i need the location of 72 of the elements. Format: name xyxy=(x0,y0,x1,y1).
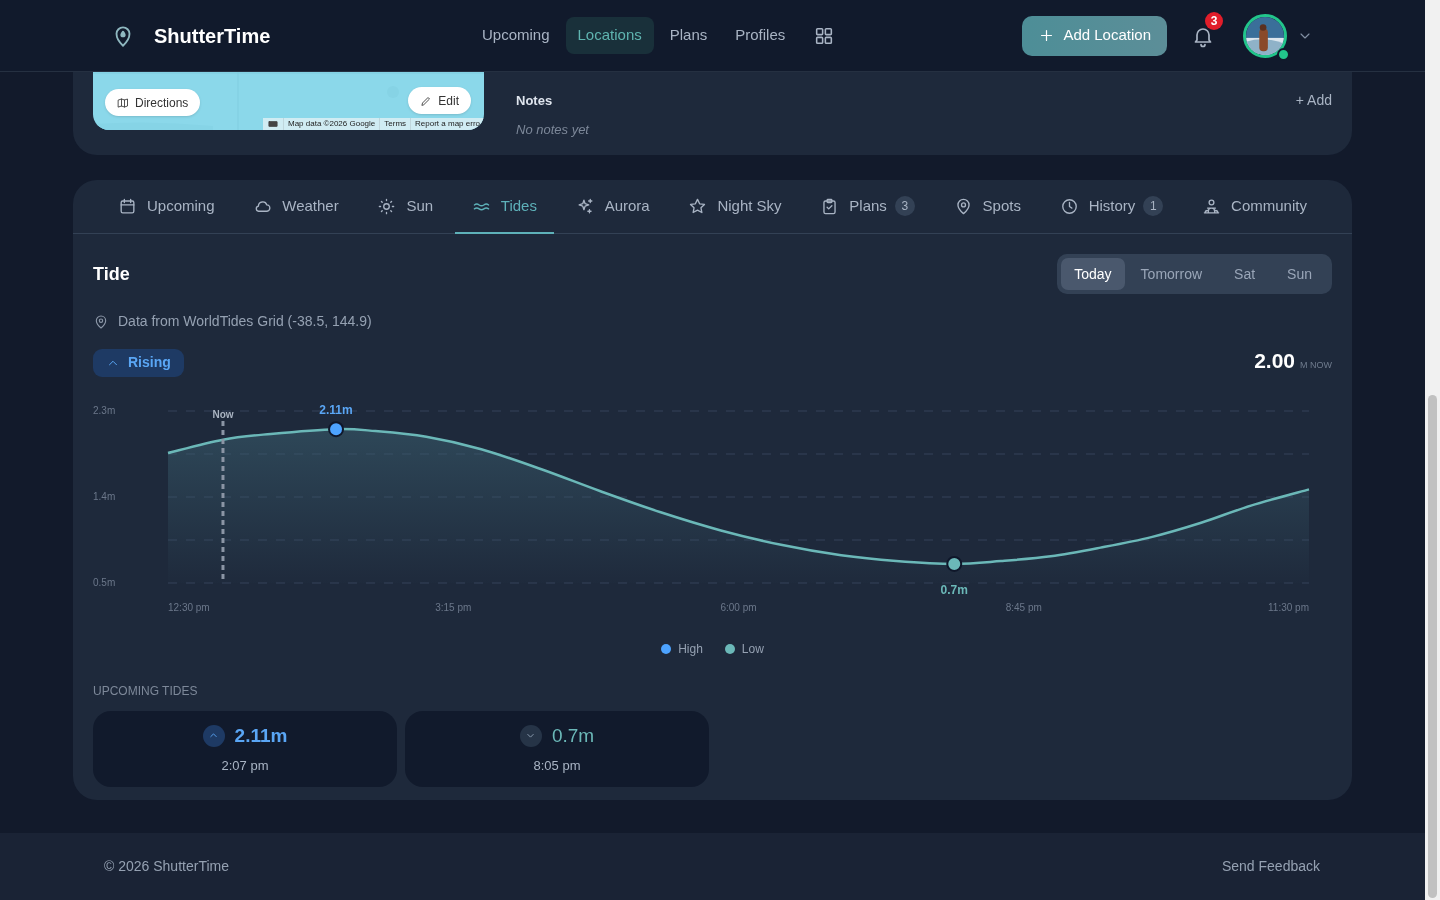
empty-notes-text: No notes yet xyxy=(516,121,591,139)
tab[interactable]: Sun xyxy=(360,180,451,234)
user-avatar[interactable] xyxy=(1243,13,1287,58)
current-tide-unit: M NOW xyxy=(1300,359,1332,372)
tab[interactable]: Upcoming xyxy=(101,180,232,234)
pencil-icon xyxy=(420,94,433,107)
count-badge: 3 xyxy=(894,196,915,216)
nav-link[interactable]: Plans xyxy=(657,17,720,54)
axis-label: 2.3m xyxy=(93,404,116,416)
map-link[interactable]: Terms xyxy=(380,118,412,130)
send-feedback-link[interactable]: Send Feedback xyxy=(1221,856,1320,877)
star-icon xyxy=(688,196,708,216)
nav-link[interactable]: Locations xyxy=(565,17,654,54)
chevron-down-icon xyxy=(519,724,542,747)
tide-time: 2:07 pm xyxy=(221,757,269,775)
tab[interactable]: Night Sky xyxy=(671,180,799,234)
keyboard-icon[interactable] xyxy=(267,119,279,129)
day-option[interactable]: Tomorrow xyxy=(1124,258,1219,290)
tab[interactable]: Plans 3 xyxy=(803,180,932,234)
tide-time: 8:05 pm xyxy=(533,757,581,775)
axis-label: 1.4m xyxy=(93,490,116,502)
nav-link[interactable]: Upcoming xyxy=(470,17,562,54)
high-tide-marker xyxy=(328,420,345,437)
axis-label: 12:30 pm xyxy=(168,601,210,613)
axis-label: 0.5m xyxy=(93,576,116,588)
tide-height: 2.11m xyxy=(234,723,288,748)
map-attribution: Map data ©2026 Google xyxy=(284,118,381,130)
tide-height: 0.7m xyxy=(551,723,595,748)
section-title: Tide xyxy=(93,262,130,286)
notification-count: 3 xyxy=(1205,11,1223,30)
section-label: UPCOMING TIDES xyxy=(93,682,199,700)
marker-label: 2.11m xyxy=(319,402,353,417)
legend-label: Low xyxy=(741,640,764,658)
nav-link[interactable]: Profiles xyxy=(723,17,798,54)
edit-button[interactable]: Edit xyxy=(408,87,471,114)
add-location-button[interactable]: Add Location xyxy=(1022,15,1167,56)
people-icon xyxy=(1202,196,1222,216)
calendar-icon xyxy=(118,196,137,216)
tab[interactable]: Community xyxy=(1185,180,1324,234)
scrollbar-thumb[interactable] xyxy=(1428,395,1437,898)
copyright-text: © 2026 ShutterTime xyxy=(104,857,229,876)
day-option[interactable]: Sun xyxy=(1271,258,1328,290)
marker-label: 0.7m xyxy=(940,582,968,597)
axis-label: 11:30 pm xyxy=(1268,601,1309,613)
add-note-link[interactable]: + Add xyxy=(1295,90,1332,111)
axis-label: 6:00 pm xyxy=(720,601,757,613)
notes-title: Notes xyxy=(516,91,553,110)
day-option[interactable]: Sat xyxy=(1218,258,1272,290)
map-icon xyxy=(117,96,129,109)
low-tide-marker xyxy=(946,555,963,572)
data-source-text: Data from WorldTides Grid (-38.5, 144.9) xyxy=(118,312,372,331)
clock-icon xyxy=(1059,196,1079,216)
now-label: Now xyxy=(212,408,234,420)
location-pin-icon xyxy=(93,313,109,330)
app-logo[interactable]: ShutterTime xyxy=(154,20,271,51)
trend-badge: Rising xyxy=(93,348,184,377)
tab[interactable]: History 1 xyxy=(1042,180,1181,234)
axis-label: 8:45 pm xyxy=(1005,601,1042,613)
directions-button[interactable]: Directions xyxy=(105,89,201,116)
axis-label: 3:15 pm xyxy=(435,601,472,613)
count-badge: 1 xyxy=(1143,196,1164,216)
chevron-up-icon xyxy=(202,724,225,747)
scrollbar[interactable] xyxy=(1425,0,1440,900)
sun-icon xyxy=(377,196,397,216)
map-link[interactable]: Report a map erro xyxy=(411,118,484,130)
legend-label: High xyxy=(678,640,703,658)
tab[interactable]: Aurora xyxy=(558,180,667,234)
tab[interactable]: Tides xyxy=(454,180,554,234)
current-tide-value: 2.00 xyxy=(1254,348,1295,374)
day-option[interactable]: Today xyxy=(1061,258,1125,290)
tab[interactable]: Spots xyxy=(936,180,1038,234)
tab[interactable]: Weather xyxy=(236,180,356,234)
